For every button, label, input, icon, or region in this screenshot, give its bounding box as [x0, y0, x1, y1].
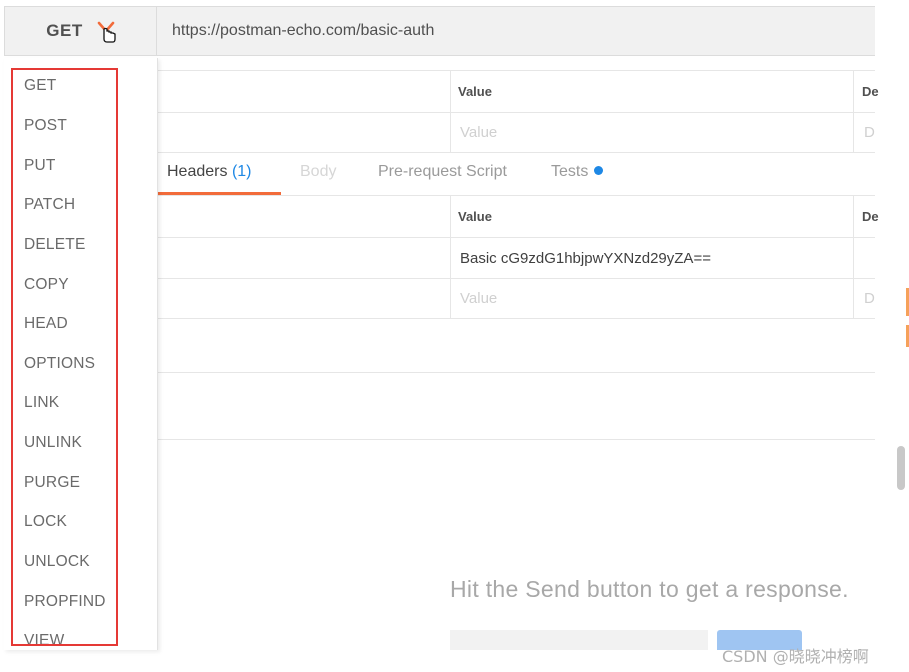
params-table-col-divider-2	[853, 70, 854, 152]
params-value-input[interactable]: Value	[460, 124, 497, 141]
method-option-link[interactable]: LINK	[24, 394, 59, 412]
method-select-button[interactable]: GET	[4, 6, 157, 56]
headers-table-row-border-2	[157, 278, 875, 279]
tests-indicator-dot	[594, 166, 604, 176]
method-option-options[interactable]: OPTIONS	[24, 355, 95, 373]
url-text: https://postman-echo.com/basic-auth	[172, 22, 435, 39]
section-divider	[157, 372, 875, 373]
method-option-get[interactable]: GET	[24, 77, 56, 95]
scrollbar-thumb[interactable]	[897, 446, 905, 490]
method-option-unlink[interactable]: UNLINK	[24, 434, 82, 452]
headers-table-row-border	[157, 237, 875, 238]
header-description-input[interactable]: D	[864, 290, 875, 307]
method-option-view[interactable]: VIEW	[24, 632, 64, 650]
headers-table-col-divider	[450, 196, 451, 318]
params-table-top-border	[157, 70, 875, 71]
params-table-col-divider	[450, 70, 451, 152]
postman-request-screen: https://postman-echo.com/basic-auth Valu…	[0, 0, 909, 672]
method-option-head[interactable]: HEAD	[24, 315, 68, 333]
tabs-bottom-border	[157, 195, 875, 196]
tab-headers-label: Headers	[167, 163, 228, 180]
headers-table-bottom-border	[157, 318, 875, 319]
method-option-lock[interactable]: LOCK	[24, 513, 67, 531]
tab-pre-request-script[interactable]: Pre-request Script	[378, 163, 507, 181]
tab-tests[interactable]: Tests	[551, 163, 604, 181]
params-table-bottom-border	[157, 152, 875, 153]
tab-headers[interactable]: Headers (1)	[167, 163, 252, 181]
headers-description-header: De	[862, 209, 879, 224]
headers-table-col-divider-2	[853, 196, 854, 318]
tab-headers-count: (1)	[231, 163, 252, 180]
method-label: GET	[46, 21, 83, 40]
header-value-cell[interactable]: Basic cG9zdG1hbjpwYXNzd29yZA==	[460, 250, 711, 267]
url-input[interactable]: https://postman-echo.com/basic-auth	[157, 6, 875, 56]
response-search-input[interactable]	[450, 630, 708, 650]
tab-body[interactable]: Body	[300, 163, 336, 181]
active-tab-underline	[157, 192, 281, 195]
header-value-input[interactable]: Value	[460, 290, 497, 307]
method-option-copy[interactable]: COPY	[24, 276, 69, 294]
response-divider	[157, 439, 875, 440]
params-description-input[interactable]: D	[864, 124, 875, 141]
method-option-propfind[interactable]: PROPFIND	[24, 593, 106, 611]
method-option-put[interactable]: PUT	[24, 157, 56, 175]
chevron-down-icon	[97, 20, 116, 43]
method-option-post[interactable]: POST	[24, 117, 67, 135]
response-hint: Hit the Send button to get a response.	[450, 576, 849, 602]
watermark-text: CSDN @晓晓冲榜啊	[722, 647, 869, 666]
headers-value-header: Value	[458, 209, 492, 224]
params-description-header: De	[862, 84, 879, 99]
tab-tests-label: Tests	[551, 163, 589, 180]
params-value-header: Value	[458, 84, 492, 99]
method-option-patch[interactable]: PATCH	[24, 196, 75, 214]
method-option-delete[interactable]: DELETE	[24, 236, 86, 254]
params-table-row-border	[157, 112, 875, 113]
method-option-purge[interactable]: PURGE	[24, 474, 80, 492]
method-option-unlock[interactable]: UNLOCK	[24, 553, 90, 571]
